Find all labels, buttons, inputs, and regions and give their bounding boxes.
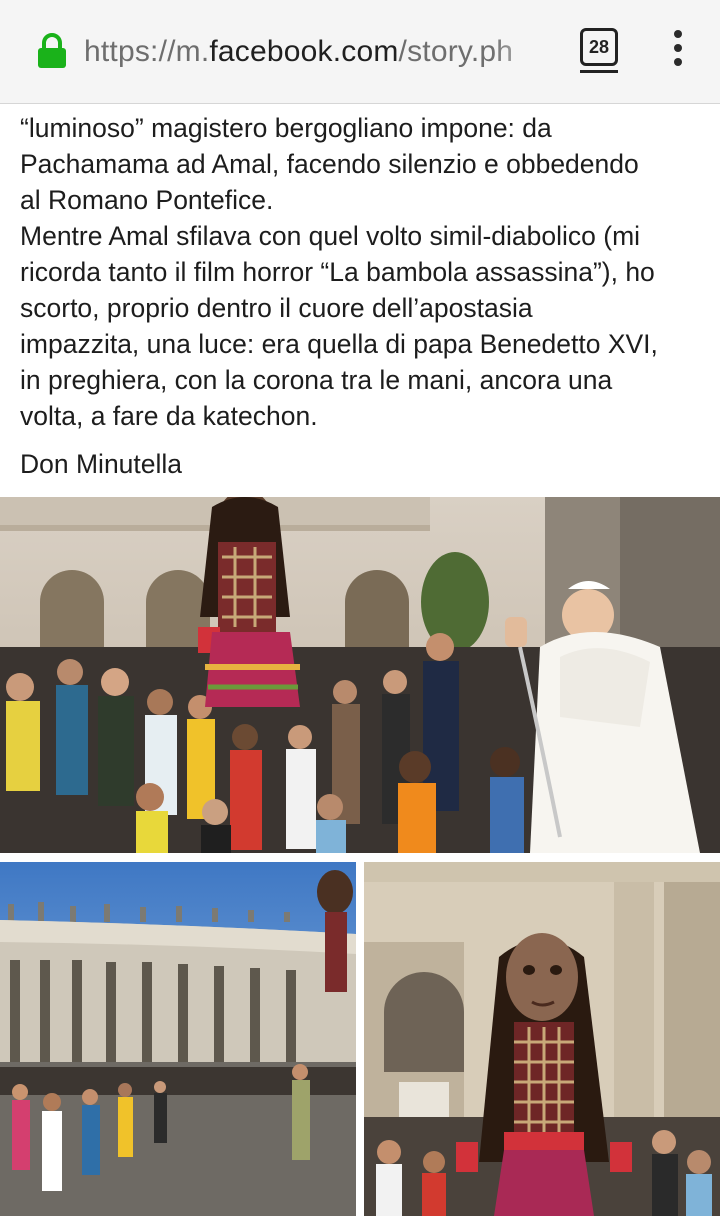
url-prefix: https://m. (84, 35, 210, 68)
url-fade (492, 30, 552, 74)
post-body: “luminoso” magistero bergogliano impone:… (20, 110, 710, 434)
post-line: “luminoso” magistero bergogliano impone:… (20, 113, 552, 143)
photo-amal-closeup[interactable] (364, 862, 720, 1216)
browser-toolbar: https://m.facebook.com/story.ph 28 (0, 0, 720, 104)
post-line: Mentre Amal sfilava con quel volto simil… (20, 221, 641, 251)
more-vert-icon[interactable] (664, 30, 692, 70)
address-bar[interactable]: https://m.facebook.com/story.ph (84, 30, 552, 74)
post-line: impazzita, una luce: era quella di papa … (20, 329, 658, 359)
tab-switcher-button[interactable]: 28 (580, 28, 618, 66)
post-line: in preghiera, con la corona tra le mani,… (20, 365, 613, 395)
url-host: facebook.com (209, 35, 399, 68)
post-line: al Romano Pontefice. (20, 185, 274, 215)
lock-icon[interactable] (36, 33, 68, 69)
post-line: volta, a fare da katechon. (20, 401, 318, 431)
post-line: ricorda tanto il film horror “La bambola… (20, 257, 655, 287)
photo-amal-with-pope[interactable] (0, 497, 720, 853)
post-signature: Don Minutella (20, 449, 183, 479)
photo-colonnade-crowd[interactable] (0, 862, 356, 1216)
post-line: scorto, proprio dentro il cuore dell’apo… (20, 293, 533, 323)
tab-switcher-underline (580, 70, 618, 73)
post-line: Pachamama ad Amal, facendo silenzio e ob… (20, 149, 639, 179)
